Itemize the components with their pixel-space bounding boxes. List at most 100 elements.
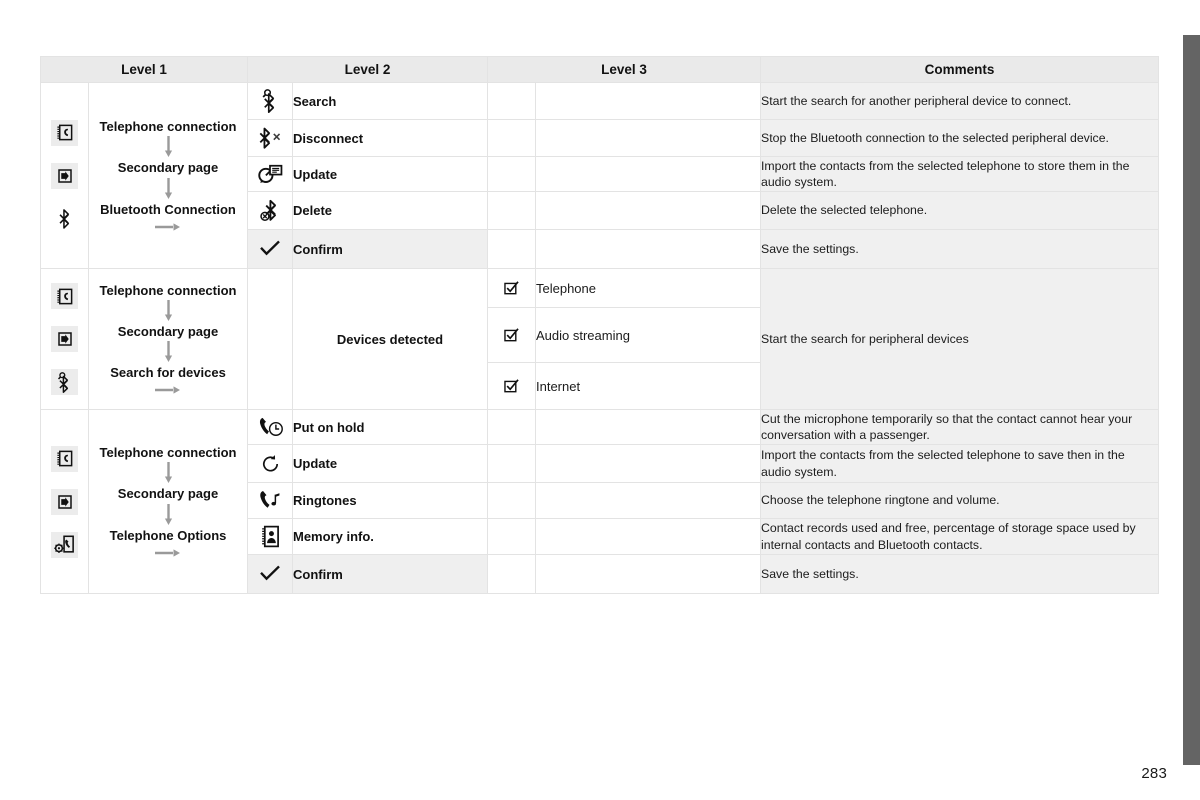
header-level-2: Level 2	[247, 56, 488, 83]
level2-icon-cell	[247, 229, 293, 269]
comment-cell: Start the search for peripheral devices	[760, 268, 1159, 410]
level3-icon-cell	[487, 444, 536, 483]
bluetooth-search-icon	[248, 89, 292, 113]
header-level-3: Level 3	[487, 56, 761, 83]
level2-label: Memory info.	[292, 518, 488, 555]
comment-cell: Contact records used and free, percentag…	[760, 518, 1159, 555]
level2-icon-cell	[247, 82, 293, 120]
comment-cell: Delete the selected telephone.	[760, 191, 1159, 230]
section-icons-bluetooth-connection	[40, 82, 89, 269]
table-row: Telephone connection Secondary page Sear…	[40, 268, 1159, 410]
path-step-1: Telephone connection	[99, 445, 237, 460]
section-icons-search-for-devices	[40, 268, 89, 410]
menu-structure-table: Level 1 Level 2 Level 3 Comments Telepho…	[40, 56, 1159, 594]
section-path-bluetooth-connection: Telephone connection Secondary page Blue…	[88, 82, 248, 269]
section-path-search-for-devices: Telephone connection Secondary page Sear…	[88, 268, 248, 410]
comment-cell: Import the contacts from the selected te…	[760, 444, 1159, 483]
level3-label	[535, 554, 761, 594]
secondary-page-icon	[51, 488, 78, 515]
level3-icon-cell	[487, 191, 536, 230]
level2-label: Disconnect	[292, 119, 488, 157]
checkmark-icon	[248, 565, 292, 583]
level3-label: Internet	[535, 362, 761, 410]
section-icons-telephone-options	[40, 409, 89, 594]
level3-label	[535, 156, 761, 192]
level3-label	[535, 444, 761, 483]
table-header-row: Level 1 Level 2 Level 3 Comments	[40, 56, 1159, 83]
section-path-telephone-options: Telephone connection Secondary page Tele…	[88, 409, 248, 594]
level3-icon-cell	[487, 554, 536, 594]
level2-label: Update	[292, 156, 488, 192]
level3-icon-cell	[487, 82, 536, 120]
path-step-2: Secondary page	[117, 323, 219, 339]
contacts-update-icon	[248, 163, 292, 185]
path-step-2: Secondary page	[117, 160, 219, 176]
level3-icon-cell	[487, 119, 536, 157]
comment-cell: Save the settings.	[760, 229, 1159, 269]
level2-icon-cell	[247, 554, 293, 594]
arrow-right-icon	[155, 386, 180, 395]
level2-icon-cell	[247, 444, 293, 483]
arrow-right-icon	[155, 223, 180, 231]
level2-icon-cell	[247, 409, 293, 445]
path-step-3: Search for devices	[110, 365, 226, 381]
comment-cell: Import the contacts from the selected te…	[760, 156, 1159, 192]
level3-icon-cell	[487, 362, 536, 410]
level2-label: Update	[292, 444, 488, 483]
refresh-icon	[248, 453, 292, 474]
level3-icon-cell	[487, 268, 536, 308]
table-body: Telephone connection Secondary page Blue…	[40, 82, 1159, 594]
level3-label	[535, 119, 761, 157]
page-edge-marker	[1183, 35, 1200, 765]
level2-icon-cell	[247, 268, 293, 410]
level3-icon-cell	[487, 156, 536, 192]
level2-label: Devices detected	[292, 268, 488, 410]
level3-label: Telephone	[535, 268, 761, 308]
telephone-options-icon	[51, 531, 78, 558]
level3-icon-cell	[487, 229, 536, 269]
path-step-3: Bluetooth Connection	[100, 201, 236, 217]
phonebook-icon	[51, 445, 78, 472]
phonebook-icon	[51, 283, 78, 309]
header-level-1: Level 1	[40, 56, 248, 83]
level3-label	[535, 518, 761, 555]
memory-info-icon	[248, 525, 292, 548]
secondary-page-icon	[51, 162, 78, 189]
level2-icon-cell	[247, 191, 293, 230]
path-step-3: Telephone Options	[109, 527, 227, 543]
arrow-down-icon	[164, 503, 172, 525]
call-hold-icon	[248, 416, 292, 438]
table-row: Telephone connection Secondary page Blue…	[40, 82, 1159, 269]
level3-icon-cell	[487, 518, 536, 555]
bluetooth-icon	[51, 206, 78, 232]
comment-cell: Choose the telephone ringtone and volume…	[760, 482, 1159, 519]
comment-cell: Cut the microphone temporarily so that t…	[760, 409, 1159, 445]
table-row: Telephone connection Secondary page Tele…	[40, 409, 1159, 594]
comment-cell: Stop the Bluetooth connection to the sel…	[760, 119, 1159, 157]
level3-icon-cell	[487, 482, 536, 519]
level2-icon-cell	[247, 482, 293, 519]
bluetooth-delete-icon	[248, 198, 292, 223]
path-step-1: Telephone connection	[99, 282, 237, 298]
level2-label: Ringtones	[292, 482, 488, 519]
level2-label: Put on hold	[292, 409, 488, 445]
arrow-down-icon	[164, 299, 172, 321]
level3-label	[535, 482, 761, 519]
level2-icon-cell	[247, 518, 293, 555]
level3-label	[535, 409, 761, 445]
comment-cell: Start the search for another peripheral …	[760, 82, 1159, 120]
phonebook-icon	[51, 119, 78, 146]
level3-icon-cell	[487, 409, 536, 445]
checkmark-icon	[248, 240, 292, 258]
level2-icon-cell	[247, 119, 293, 157]
bluetooth-disconnect-icon	[248, 126, 292, 150]
level2-label: Delete	[292, 191, 488, 230]
checkbox-checked-icon	[488, 281, 535, 295]
secondary-page-icon	[51, 326, 78, 352]
checkbox-checked-icon	[488, 379, 535, 393]
arrow-right-icon	[155, 549, 180, 557]
page-number: 283	[1141, 765, 1167, 782]
header-comments: Comments	[760, 56, 1159, 83]
ringtone-icon	[248, 489, 292, 512]
level2-label: Confirm	[292, 229, 488, 269]
